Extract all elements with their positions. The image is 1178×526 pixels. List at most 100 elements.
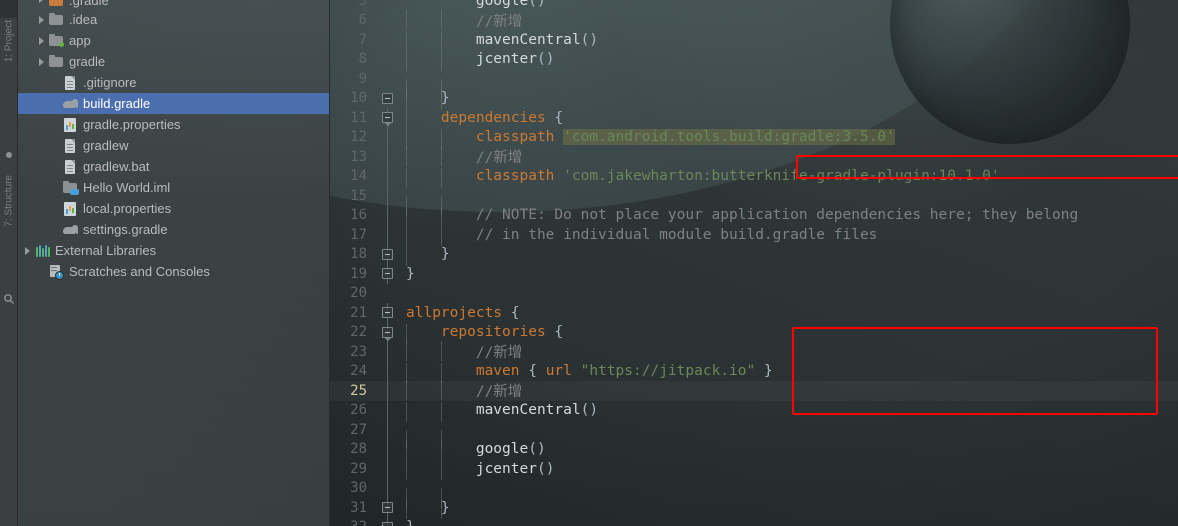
expand-arrow-icon[interactable] xyxy=(34,30,48,51)
expand-arrow-icon[interactable] xyxy=(34,9,48,30)
code-line-14[interactable]: 14 classpath 'com.jakewharton:butterknif… xyxy=(330,166,1178,188)
code-line-18[interactable]: 18 } xyxy=(330,244,1178,266)
code-text[interactable]: jcenter() xyxy=(400,460,1178,481)
code-text[interactable]: } xyxy=(400,246,1178,266)
fold-toggle-icon[interactable] xyxy=(382,112,393,126)
fold-gutter[interactable] xyxy=(376,50,400,70)
fold-toggle-icon[interactable] xyxy=(382,248,393,260)
code-text[interactable]: allprojects { xyxy=(400,305,1178,321)
fold-gutter[interactable] xyxy=(376,381,400,401)
tree-item-gradlew-bat[interactable]: gradlew.bat xyxy=(18,156,329,177)
code-line-23[interactable]: 23 //新增 xyxy=(330,341,1178,362)
fold-gutter[interactable] xyxy=(376,342,400,362)
project-tree[interactable]: .gradle .idea app gradle .gitignore build.gra… xyxy=(18,0,329,282)
tool-window-project-label[interactable]: 1: Project xyxy=(3,20,14,62)
code-text[interactable]: //新增 xyxy=(400,9,1178,31)
code-text[interactable]: //新增 xyxy=(400,341,1178,362)
fold-toggle-icon[interactable] xyxy=(382,326,393,341)
code-text[interactable]: // NOTE: Do not place your application d… xyxy=(400,207,1178,227)
code-text[interactable]: mavenCentral() xyxy=(400,402,1178,422)
code-line-30[interactable]: 30 xyxy=(330,478,1178,508)
code-line-25[interactable]: 25 //新增 xyxy=(330,380,1178,401)
fold-gutter[interactable] xyxy=(376,89,400,109)
fold-gutter[interactable] xyxy=(376,498,400,518)
code-line-6[interactable]: 6 //新增 xyxy=(330,9,1178,31)
code-line-13[interactable]: 13 //新增 xyxy=(330,146,1178,167)
code-text[interactable]: } xyxy=(400,519,1178,526)
code-lines[interactable]: 5 google() 6 //新增 7 mavenCentral() 8 jcente… xyxy=(330,0,1178,526)
tree-item-app[interactable]: app xyxy=(18,30,329,51)
structure-icon[interactable] xyxy=(3,148,15,160)
code-line-21[interactable]: 21 allprojects { xyxy=(330,303,1178,323)
search-icon[interactable] xyxy=(3,292,15,304)
fold-gutter[interactable] xyxy=(376,361,400,381)
fold-gutter[interactable] xyxy=(376,108,400,128)
fold-toggle-icon[interactable] xyxy=(382,502,393,513)
code-line-19[interactable]: 19} xyxy=(330,264,1178,284)
code-text[interactable]: classpath 'com.android.tools.build:gradl… xyxy=(400,129,1178,149)
fold-gutter[interactable] xyxy=(376,420,400,440)
tree-item-gradle[interactable]: .gradle xyxy=(18,0,329,9)
code-line-26[interactable]: 26 mavenCentral() xyxy=(330,400,1178,422)
fold-gutter[interactable] xyxy=(376,244,400,264)
code-line-31[interactable]: 31 } xyxy=(330,498,1178,520)
fold-gutter[interactable] xyxy=(376,147,400,167)
code-text[interactable]: google() xyxy=(400,441,1178,461)
code-text[interactable]: classpath 'com.jakewharton:butterknife-g… xyxy=(400,168,1178,188)
expand-arrow-icon[interactable] xyxy=(20,240,34,261)
fold-gutter[interactable] xyxy=(376,0,400,11)
code-line-29[interactable]: 29 jcenter() xyxy=(330,459,1178,481)
fold-toggle-icon[interactable] xyxy=(382,92,393,104)
code-text[interactable]: maven { url "https://jitpack.io" } xyxy=(400,363,1178,383)
expand-arrow-icon[interactable] xyxy=(34,0,48,9)
tree-item-gradle[interactable]: gradle xyxy=(18,51,329,72)
tool-window-bar[interactable]: 1: Project 7: Structure xyxy=(0,0,18,526)
expand-arrow-icon[interactable] xyxy=(34,51,48,72)
code-line-17[interactable]: 17 // in the individual module build.gra… xyxy=(330,225,1178,247)
code-text[interactable]: } xyxy=(400,266,1178,282)
fold-gutter[interactable] xyxy=(376,478,400,498)
fold-gutter[interactable] xyxy=(376,400,400,420)
fold-gutter[interactable] xyxy=(376,264,400,284)
code-line-24[interactable]: 24 maven { url "https://jitpack.io" } xyxy=(330,361,1178,383)
tree-item-gradle-properties[interactable]: gradle.properties xyxy=(18,114,329,135)
fold-gutter[interactable] xyxy=(376,284,400,304)
tool-window-structure-label[interactable]: 7: Structure xyxy=(3,175,14,227)
fold-gutter[interactable] xyxy=(376,225,400,245)
fold-gutter[interactable] xyxy=(376,205,400,225)
tree-item-external-libraries[interactable]: External Libraries xyxy=(18,240,329,261)
code-line-15[interactable]: 15 xyxy=(330,186,1178,216)
fold-toggle-icon[interactable] xyxy=(382,307,393,318)
fold-gutter[interactable] xyxy=(376,30,400,50)
code-editor[interactable]: 5 google() 6 //新增 7 mavenCentral() 8 jcente… xyxy=(330,0,1178,526)
fold-gutter[interactable] xyxy=(376,322,400,342)
fold-gutter[interactable] xyxy=(376,186,400,206)
tree-item-build-gradle[interactable]: build.gradle xyxy=(18,93,329,114)
code-line-8[interactable]: 8 jcenter() xyxy=(330,50,1178,71)
code-line-28[interactable]: 28 google() xyxy=(330,439,1178,461)
fold-gutter[interactable] xyxy=(376,11,400,31)
code-text[interactable]: } xyxy=(400,499,1178,520)
code-text[interactable]: jcenter() xyxy=(400,51,1178,71)
code-line-32[interactable]: 32} xyxy=(330,517,1178,526)
code-line-7[interactable]: 7 mavenCentral() xyxy=(330,30,1178,52)
fold-toggle-icon[interactable] xyxy=(382,268,393,279)
code-line-20[interactable]: 20 xyxy=(330,284,1178,304)
code-line-10[interactable]: 10 } xyxy=(330,89,1178,110)
code-text[interactable]: } xyxy=(400,90,1178,110)
fold-gutter[interactable] xyxy=(376,69,400,89)
tree-item-local-properties[interactable]: local.properties xyxy=(18,198,329,219)
tree-item-scratches-and-consoles[interactable]: Scratches and Consoles xyxy=(18,261,329,282)
fold-gutter[interactable] xyxy=(376,303,400,323)
code-line-12[interactable]: 12 classpath 'com.android.tools.build:gr… xyxy=(330,127,1178,149)
code-text[interactable]: mavenCentral() xyxy=(400,31,1178,52)
code-line-27[interactable]: 27 xyxy=(330,420,1178,450)
tree-item-gradlew[interactable]: gradlew xyxy=(18,135,329,156)
fold-gutter[interactable] xyxy=(376,459,400,479)
code-text[interactable]: repositories { xyxy=(400,324,1178,344)
fold-gutter[interactable] xyxy=(376,439,400,459)
code-line-9[interactable]: 9 xyxy=(330,69,1178,99)
code-text[interactable]: google() xyxy=(400,0,1178,9)
code-text[interactable]: //新增 xyxy=(400,146,1178,167)
fold-gutter[interactable] xyxy=(376,127,400,147)
